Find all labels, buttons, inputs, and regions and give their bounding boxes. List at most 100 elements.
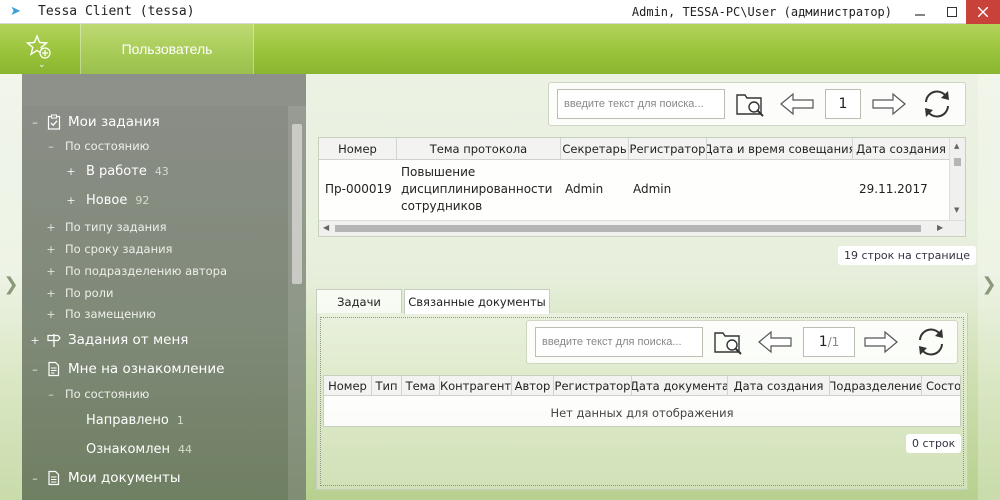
- refresh-button[interactable]: [917, 87, 957, 121]
- column-header[interactable]: Регистратор: [629, 138, 707, 159]
- collapse-icon[interactable]: –: [28, 363, 42, 376]
- nav-label: Задания от меня: [68, 332, 189, 348]
- nav-item-by-state-2[interactable]: – По состоянию: [44, 387, 149, 401]
- folder-search-icon: [714, 332, 742, 355]
- nav-item-sent[interactable]: Направлено 1: [86, 413, 184, 428]
- close-button[interactable]: [966, 0, 1000, 24]
- minimize-button[interactable]: [904, 0, 936, 24]
- column-header[interactable]: Тема: [402, 376, 440, 395]
- search-button[interactable]: [733, 87, 769, 121]
- collapse-icon[interactable]: –: [44, 140, 58, 153]
- rows-per-page[interactable]: 19 строк на странице: [838, 246, 977, 265]
- collapse-icon[interactable]: –: [28, 472, 42, 485]
- nav-item-by-deadline[interactable]: + По сроку задания: [44, 242, 172, 256]
- navigation-tree: – Мои задания – По состоянию + В работе …: [22, 106, 306, 500]
- grid-vscroll-thumb[interactable]: [954, 158, 961, 166]
- page-number-field[interactable]: 1: [825, 89, 861, 119]
- collapse-icon[interactable]: –: [28, 116, 42, 129]
- page-number-field[interactable]: 1/1: [803, 327, 855, 357]
- column-header[interactable]: Тип: [372, 376, 402, 395]
- scroll-right-icon[interactable]: ▶: [937, 223, 943, 232]
- expand-icon[interactable]: +: [44, 221, 58, 234]
- grid-hscrollbar[interactable]: ◀ ▶: [319, 220, 965, 236]
- column-header[interactable]: Тема протокола: [397, 138, 561, 159]
- count-badge: 43: [154, 165, 169, 178]
- expand-icon[interactable]: +: [28, 334, 42, 347]
- next-page-button[interactable]: [869, 89, 909, 119]
- expand-icon[interactable]: +: [44, 287, 58, 300]
- column-header[interactable]: Дата создания: [853, 138, 949, 159]
- column-header[interactable]: Регистратор: [554, 376, 632, 395]
- protocols-grid: Номер Тема протокола Секретарь Регистрат…: [318, 137, 966, 237]
- ribbon: ⌄ Пользователь: [0, 24, 1000, 74]
- expand-icon[interactable]: +: [44, 265, 58, 278]
- right-collapse-bar[interactable]: ❯: [978, 74, 1000, 500]
- left-collapse-bar[interactable]: ❯: [0, 74, 22, 500]
- arrow-right-icon: [872, 92, 906, 116]
- grid-hscroll-thumb[interactable]: [335, 225, 921, 232]
- nav-item-my-tasks[interactable]: – Мои задания: [28, 114, 160, 130]
- signpost-icon: [47, 334, 61, 347]
- nav-scrollbar-thumb[interactable]: [292, 124, 302, 284]
- tab-linked-documents[interactable]: Связанные документы: [404, 289, 550, 314]
- nav-item-tasks-from-me[interactable]: + Задания от меня: [28, 332, 188, 348]
- star-add-icon: [26, 34, 51, 59]
- column-header[interactable]: Дата создания: [728, 376, 830, 395]
- title-bar: ➤ Tessa Client (tessa) Admin, TESSA-PC\U…: [0, 0, 1000, 24]
- column-header[interactable]: Номер: [324, 376, 372, 395]
- nav-item-by-department[interactable]: + По подразделению автора: [44, 264, 227, 278]
- maximize-icon: [947, 7, 957, 17]
- nav-item-by-state[interactable]: – По состоянию: [44, 139, 149, 153]
- column-header[interactable]: Номер: [319, 138, 397, 159]
- prev-page-button[interactable]: [755, 327, 795, 357]
- nav-item-reviewed[interactable]: Ознакомлен 44: [86, 442, 192, 457]
- close-icon: [978, 7, 988, 17]
- refresh-button[interactable]: [911, 325, 951, 359]
- nav-item-by-role[interactable]: + По роли: [44, 286, 113, 300]
- nav-label: По состоянию: [65, 139, 150, 153]
- tab-user[interactable]: Пользователь: [80, 24, 254, 74]
- nav-label: По замещению: [65, 307, 156, 321]
- expand-icon[interactable]: +: [64, 165, 78, 178]
- chevron-down-icon[interactable]: ⌄: [38, 60, 46, 70]
- nav-item-by-replacement[interactable]: + По замещению: [44, 307, 156, 321]
- scroll-left-icon[interactable]: ◀: [323, 223, 329, 232]
- expand-icon[interactable]: +: [64, 194, 78, 207]
- column-header[interactable]: Контрагент: [440, 376, 512, 395]
- column-header[interactable]: Автор: [512, 376, 554, 395]
- topic-line: Повышение: [401, 165, 476, 179]
- search-input[interactable]: введите текст для поиска...: [557, 89, 725, 119]
- nav-label: Мои документы: [68, 470, 181, 486]
- column-header[interactable]: Подразделение: [830, 376, 922, 395]
- expand-icon[interactable]: +: [44, 308, 58, 321]
- arrow-left-icon: [758, 330, 792, 354]
- column-header[interactable]: Дата и время совещания: [707, 138, 853, 159]
- expand-icon[interactable]: +: [44, 243, 58, 256]
- nav-item-my-documents[interactable]: – Мои документы: [28, 470, 181, 486]
- grid-vscrollbar[interactable]: ▲ ▼: [949, 138, 965, 220]
- nav-item-by-type[interactable]: + По типу задания: [44, 220, 166, 234]
- search-input[interactable]: введите текст для поиска...: [535, 327, 703, 357]
- nav-item-in-work[interactable]: + В работе 43: [64, 164, 169, 179]
- nav-item-new[interactable]: + Новое 92: [64, 193, 149, 208]
- rows-count[interactable]: 0 строк: [906, 434, 962, 453]
- topic-line: дисциплинированности: [401, 182, 553, 196]
- app-logo-icon: ➤: [10, 3, 21, 19]
- scroll-up-icon[interactable]: ▲: [954, 142, 959, 150]
- cell-secretary: Admin: [565, 182, 604, 196]
- collapse-icon[interactable]: –: [44, 388, 58, 401]
- search-button[interactable]: [711, 325, 747, 359]
- nav-item-for-review[interactable]: – Мне на ознакомление: [28, 361, 224, 377]
- nav-label: По состоянию: [65, 387, 150, 401]
- column-header[interactable]: Дата документа: [632, 376, 728, 395]
- clipboard-check-icon: [47, 114, 61, 130]
- next-page-button[interactable]: [861, 327, 901, 357]
- maximize-button[interactable]: [936, 0, 968, 24]
- nav-label: По подразделению автора: [65, 264, 227, 278]
- scroll-down-icon[interactable]: ▼: [954, 206, 959, 214]
- prev-page-button[interactable]: [777, 89, 817, 119]
- column-header[interactable]: Состо: [922, 376, 960, 395]
- tab-tasks[interactable]: Задачи: [316, 289, 402, 313]
- nav-label: Мои задания: [68, 114, 160, 130]
- column-header[interactable]: Секретарь: [561, 138, 629, 159]
